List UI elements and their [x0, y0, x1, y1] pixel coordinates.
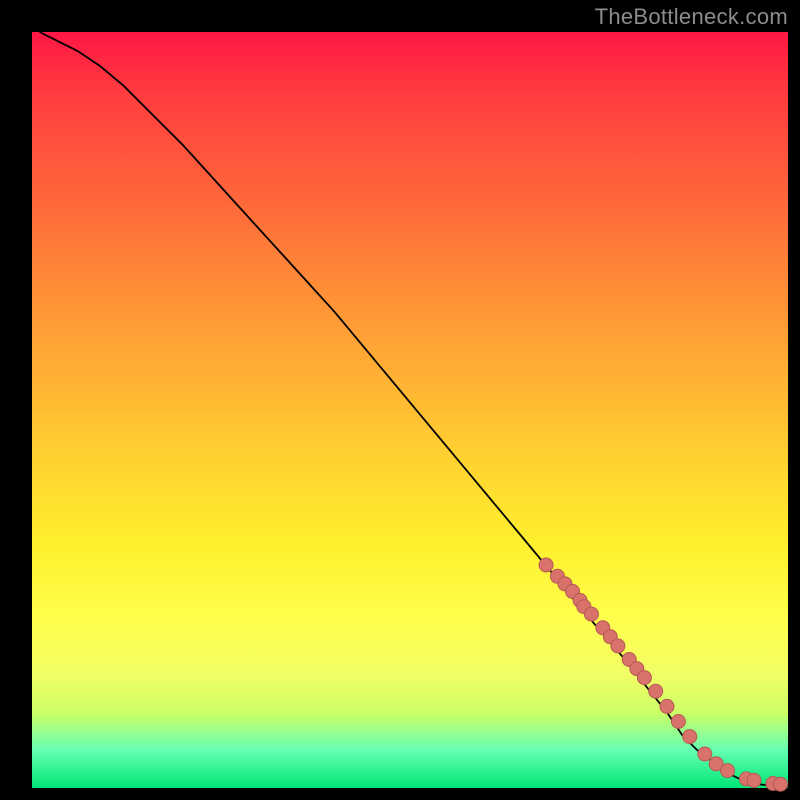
scatter-points: [539, 558, 787, 791]
data-point: [683, 730, 697, 744]
data-point: [637, 671, 651, 685]
data-point: [584, 607, 598, 621]
data-point: [773, 777, 787, 791]
bottleneck-curve: [40, 32, 788, 787]
plot-svg: [32, 32, 788, 788]
data-point: [660, 699, 674, 713]
watermark-text: TheBottleneck.com: [595, 4, 788, 30]
data-point: [649, 684, 663, 698]
data-point: [747, 773, 761, 787]
data-point: [698, 747, 712, 761]
data-point: [721, 764, 735, 778]
data-point: [671, 715, 685, 729]
chart-frame: TheBottleneck.com: [0, 0, 800, 800]
data-point: [539, 558, 553, 572]
data-point: [611, 639, 625, 653]
plot-area: [32, 32, 788, 788]
